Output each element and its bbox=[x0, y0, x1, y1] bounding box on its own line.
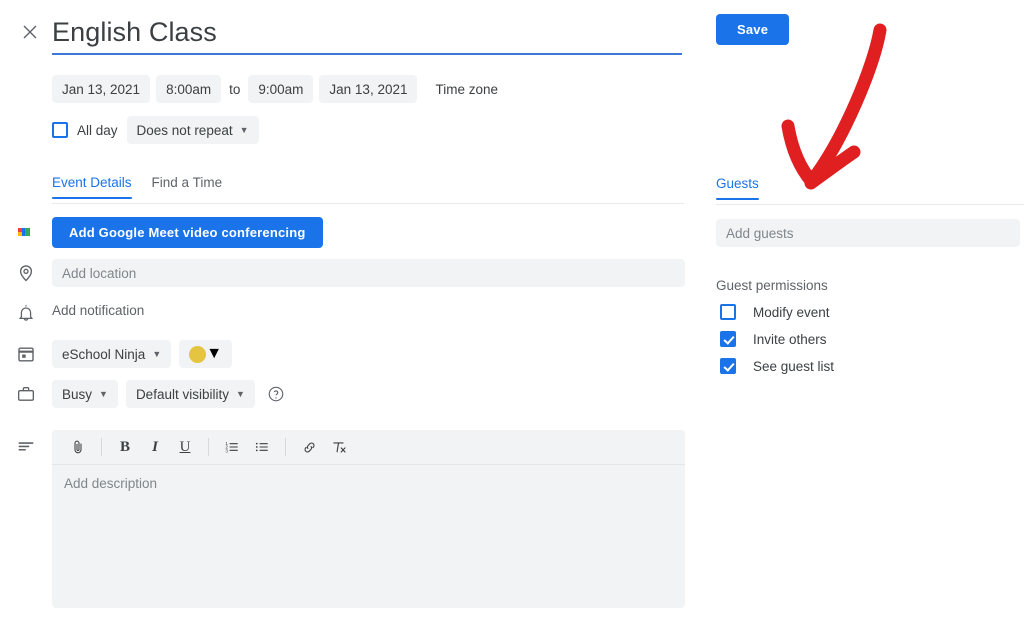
description-toolbar: B I U 1 2 3 bbox=[52, 430, 685, 465]
description-editor: B I U 1 2 3 Add description bbox=[52, 430, 685, 608]
event-editor-screen: English Class Jan 13, 2021 8:00am to 9:0… bbox=[0, 0, 1024, 623]
color-swatch bbox=[189, 345, 207, 363]
save-button[interactable]: Save bbox=[716, 14, 790, 45]
chevron-down-icon: ▼ bbox=[152, 348, 162, 359]
tabs-divider bbox=[52, 203, 684, 204]
start-date-chip[interactable]: Jan 13, 2021 bbox=[52, 75, 151, 103]
chevron-down-icon: ▼ bbox=[239, 124, 249, 135]
toolbar-divider bbox=[285, 438, 286, 456]
numbered-list-icon[interactable]: 1 2 3 bbox=[218, 433, 246, 461]
availability-visibility-row: Busy ▼ Default visibility ▼ bbox=[52, 380, 285, 408]
description-input[interactable]: Add description bbox=[64, 476, 157, 491]
datetime-row: Jan 13, 2021 8:00am to 9:00am Jan 13, 20… bbox=[52, 75, 498, 103]
color-select[interactable]: ▼ bbox=[179, 340, 233, 368]
permission-invite-others[interactable]: Invite others bbox=[720, 331, 834, 347]
see-guest-list-label: See guest list bbox=[753, 358, 835, 374]
add-google-meet-button[interactable]: Add Google Meet video conferencing bbox=[52, 217, 323, 248]
calendar-name-label: eSchool Ninja bbox=[62, 346, 146, 362]
all-day-row: All day Does not repeat ▼ bbox=[52, 116, 259, 144]
start-time-chip[interactable]: 8:00am bbox=[156, 75, 222, 103]
calendar-icon bbox=[16, 344, 36, 364]
modify-event-checkbox[interactable] bbox=[720, 304, 736, 320]
toolbar-divider bbox=[101, 438, 102, 456]
visibility-label: Default visibility bbox=[135, 386, 229, 402]
event-title-input[interactable]: English Class bbox=[52, 14, 684, 50]
guest-permissions-list: Modify event Invite others See guest lis… bbox=[720, 304, 834, 374]
availability-select[interactable]: Busy ▼ bbox=[52, 380, 118, 408]
repeat-dropdown[interactable]: Does not repeat ▼ bbox=[126, 116, 259, 144]
google-meet-icon bbox=[16, 222, 36, 242]
event-details-pane: English Class Jan 13, 2021 8:00am to 9:0… bbox=[0, 0, 700, 623]
timezone-link[interactable]: Time zone bbox=[435, 82, 498, 97]
notification-bell-icon bbox=[16, 303, 36, 323]
repeat-label: Does not repeat bbox=[136, 122, 233, 138]
guests-divider bbox=[716, 204, 1024, 205]
invite-others-checkbox[interactable] bbox=[720, 331, 736, 347]
tab-guests[interactable]: Guests bbox=[716, 176, 759, 200]
underline-icon[interactable]: U bbox=[171, 433, 199, 461]
all-day-label[interactable]: All day bbox=[77, 123, 118, 138]
all-day-checkbox[interactable] bbox=[52, 122, 68, 138]
add-notification-link[interactable]: Add notification bbox=[52, 303, 144, 318]
detail-tabs: Event Details Find a Time bbox=[52, 175, 684, 205]
title-underline bbox=[52, 53, 682, 55]
permission-see-guest-list[interactable]: See guest list bbox=[720, 358, 834, 374]
visibility-select[interactable]: Default visibility ▼ bbox=[125, 380, 255, 408]
clear-formatting-icon[interactable] bbox=[325, 433, 353, 461]
briefcase-icon bbox=[16, 384, 36, 404]
time-separator: to bbox=[229, 81, 241, 97]
calendar-select[interactable]: eSchool Ninja ▼ bbox=[52, 340, 172, 368]
tab-event-details[interactable]: Event Details bbox=[52, 175, 132, 199]
add-guests-input[interactable]: Add guests bbox=[716, 219, 1020, 247]
availability-label: Busy bbox=[62, 386, 93, 402]
toolbar-divider bbox=[208, 438, 209, 456]
see-guest-list-checkbox[interactable] bbox=[720, 358, 736, 374]
attachment-icon[interactable] bbox=[64, 433, 92, 461]
bulleted-list-icon[interactable] bbox=[248, 433, 276, 461]
bold-icon[interactable]: B bbox=[111, 433, 139, 461]
close-icon[interactable] bbox=[18, 20, 42, 44]
end-time-chip[interactable]: 9:00am bbox=[248, 75, 314, 103]
chevron-down-icon: ▼ bbox=[206, 345, 223, 362]
link-icon[interactable] bbox=[295, 433, 323, 461]
description-lines-icon bbox=[16, 436, 36, 456]
modify-event-label: Modify event bbox=[753, 304, 830, 320]
permission-modify-event[interactable]: Modify event bbox=[720, 304, 834, 320]
svg-text:3: 3 bbox=[225, 448, 228, 453]
italic-icon[interactable]: I bbox=[141, 433, 169, 461]
location-input[interactable]: Add location bbox=[52, 259, 685, 287]
invite-others-label: Invite others bbox=[753, 331, 827, 347]
help-icon[interactable] bbox=[267, 385, 285, 403]
calendar-color-row: eSchool Ninja ▼ ▼ bbox=[52, 340, 233, 368]
end-date-chip[interactable]: Jan 13, 2021 bbox=[319, 75, 418, 103]
guest-permissions-title: Guest permissions bbox=[716, 278, 828, 293]
chevron-down-icon: ▼ bbox=[235, 388, 245, 399]
guests-pane: Save Guests Add guests Guest permissions… bbox=[712, 0, 1024, 623]
tab-find-a-time[interactable]: Find a Time bbox=[152, 175, 223, 199]
location-pin-icon bbox=[16, 263, 36, 283]
chevron-down-icon: ▼ bbox=[99, 388, 108, 399]
